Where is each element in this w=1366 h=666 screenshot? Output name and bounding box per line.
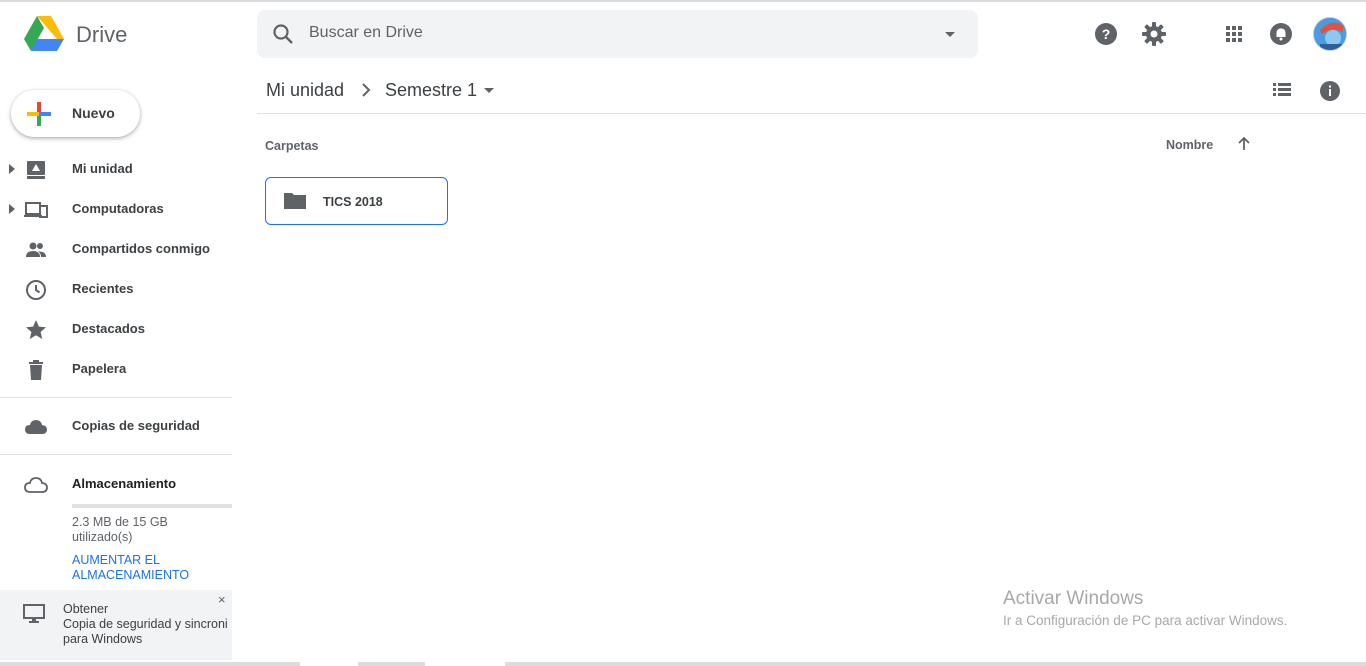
sidebar-item-label: Mi unidad [72, 161, 133, 176]
cloud-outline-icon [24, 477, 48, 493]
breadcrumb-current[interactable]: Semestre 1 [385, 80, 477, 101]
sidebar-divider [0, 454, 232, 455]
list-view-icon[interactable] [1270, 79, 1294, 103]
sidebar-item-starred[interactable]: Destacados [0, 309, 232, 349]
search-bar[interactable]: Buscar en Drive [257, 10, 978, 58]
breadcrumb-root[interactable]: Mi unidad [266, 80, 344, 101]
taskbar-tab [300, 662, 358, 666]
sidebar-item-recent[interactable]: Recientes [0, 269, 232, 309]
sidebar-item-shared[interactable]: Compartidos conmigo [0, 229, 232, 269]
drive-logo-icon[interactable] [24, 16, 64, 52]
trash-icon [29, 360, 43, 380]
new-button-label: Nuevo [72, 105, 115, 121]
sidebar-item-label: Papelera [72, 361, 127, 376]
computers-icon [24, 202, 48, 218]
section-title: Carpetas [265, 139, 319, 153]
shared-icon [26, 242, 46, 257]
chevron-down-icon[interactable] [481, 82, 497, 98]
activation-watermark-title: Activar Windows [1003, 588, 1144, 609]
settings-icon[interactable] [1140, 20, 1168, 48]
backup-sync-promo[interactable]: Obtener Copia de seguridad y sincroni pa… [0, 590, 232, 660]
app-title[interactable]: Drive [76, 22, 127, 48]
search-icon[interactable] [271, 22, 295, 46]
close-icon[interactable]: × [218, 592, 226, 607]
clock-icon [26, 280, 46, 300]
apps-grid-icon[interactable] [1220, 20, 1248, 48]
sidebar-item-label: Compartidos conmigo [72, 241, 210, 256]
desktop-icon [23, 604, 45, 623]
taskbar-tab [425, 662, 505, 666]
sidebar-item-storage[interactable]: Almacenamiento [0, 464, 232, 504]
promo-line: Obtener [63, 602, 109, 616]
avatar[interactable] [1313, 17, 1347, 51]
promo-line: Copia de seguridad y sincroni [63, 617, 228, 631]
header-divider [257, 113, 1366, 114]
sort-by-button[interactable]: Nombre [1166, 138, 1213, 152]
storage-usage-text: 2.3 MB de 15 GB utilizado(s) [72, 515, 222, 545]
sidebar-divider [0, 397, 232, 398]
folder-item[interactable]: TICS 2018 [265, 177, 448, 225]
new-button[interactable]: Nuevo [11, 90, 140, 137]
notifications-icon[interactable] [1267, 20, 1295, 48]
sidebar-item-label: Copias de seguridad [72, 418, 200, 433]
cloud-icon [25, 420, 47, 434]
arrow-up-icon[interactable] [1235, 135, 1253, 153]
search-options-icon[interactable] [940, 24, 960, 44]
star-icon [26, 320, 46, 339]
sidebar-item-backups[interactable]: Copias de seguridad [0, 406, 232, 446]
storage-usage-line: utilizado(s) [72, 530, 133, 544]
info-icon[interactable] [1318, 79, 1342, 103]
sidebar-item-label: Recientes [72, 281, 134, 296]
my-drive-icon [27, 161, 45, 179]
search-input[interactable]: Buscar en Drive [309, 24, 423, 42]
sidebar-item-label: Almacenamiento [72, 476, 177, 491]
activation-watermark-text: Ir a Configuración de PC para activar Wi… [1003, 613, 1288, 628]
folder-name: TICS 2018 [323, 195, 383, 209]
plus-icon [27, 102, 51, 126]
window-top-border [0, 0, 1366, 2]
expand-arrow-icon[interactable] [8, 163, 16, 175]
svg-text:?: ? [1102, 26, 1111, 42]
expand-arrow-icon[interactable] [8, 203, 16, 215]
taskbar-edge [0, 662, 1366, 666]
storage-usage-bar [72, 504, 232, 508]
sidebar-item-my-drive[interactable]: Mi unidad [0, 149, 232, 189]
sidebar-item-label: Computadoras [72, 201, 164, 216]
promo-line: para Windows [63, 632, 143, 646]
sidebar-item-trash[interactable]: Papelera [0, 349, 232, 389]
upgrade-storage-link[interactable]: AUMENTAR EL ALMACENAMIENTO [72, 553, 222, 583]
sidebar-item-computers[interactable]: Computadoras [0, 189, 232, 229]
storage-usage-line: 2.3 MB de 15 GB [72, 515, 168, 529]
folder-icon [284, 193, 306, 209]
help-icon[interactable]: ? [1092, 20, 1120, 48]
chevron-right-icon [362, 83, 371, 97]
upgrade-storage-line[interactable]: AUMENTAR EL [72, 553, 222, 568]
sidebar-item-label: Destacados [72, 321, 145, 336]
upgrade-storage-line[interactable]: ALMACENAMIENTO [72, 568, 222, 583]
